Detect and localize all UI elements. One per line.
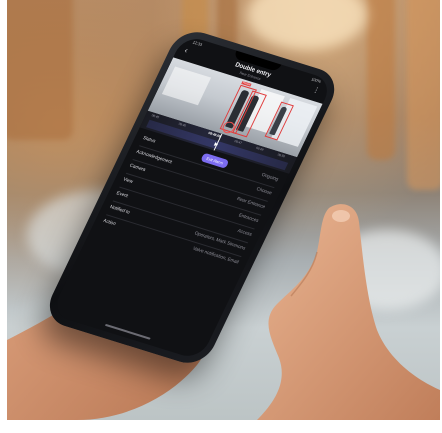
timeline-label: 08:50 xyxy=(276,152,286,159)
detection-box-tag: Person xyxy=(241,81,252,87)
detail-label: Action xyxy=(102,218,117,228)
detail-label: Status xyxy=(141,136,157,145)
detail-label: View xyxy=(121,177,134,185)
video-window xyxy=(161,66,212,106)
timeline-label: 08:47 xyxy=(233,139,243,146)
detail-label: Event xyxy=(115,191,129,200)
home-indicator xyxy=(104,323,151,340)
status-time: 12:33 xyxy=(191,39,204,48)
photo-scene: 12:33 100% ‹ Double entry Rear Entrance … xyxy=(7,0,440,420)
detail-label: Notified to xyxy=(108,205,131,216)
acknowledgement-select[interactable]: Choose xyxy=(255,187,272,196)
detail-label: Camera xyxy=(128,163,147,173)
background-post xyxy=(7,0,73,140)
right-hand xyxy=(257,204,440,420)
status-battery: 100% xyxy=(310,76,322,84)
timeline-label: 08:46 xyxy=(177,121,187,128)
timeline-label: 08:45 xyxy=(150,113,160,120)
detail-value: Ongoing xyxy=(260,172,279,183)
timeline-label: 08:49 xyxy=(255,145,265,152)
